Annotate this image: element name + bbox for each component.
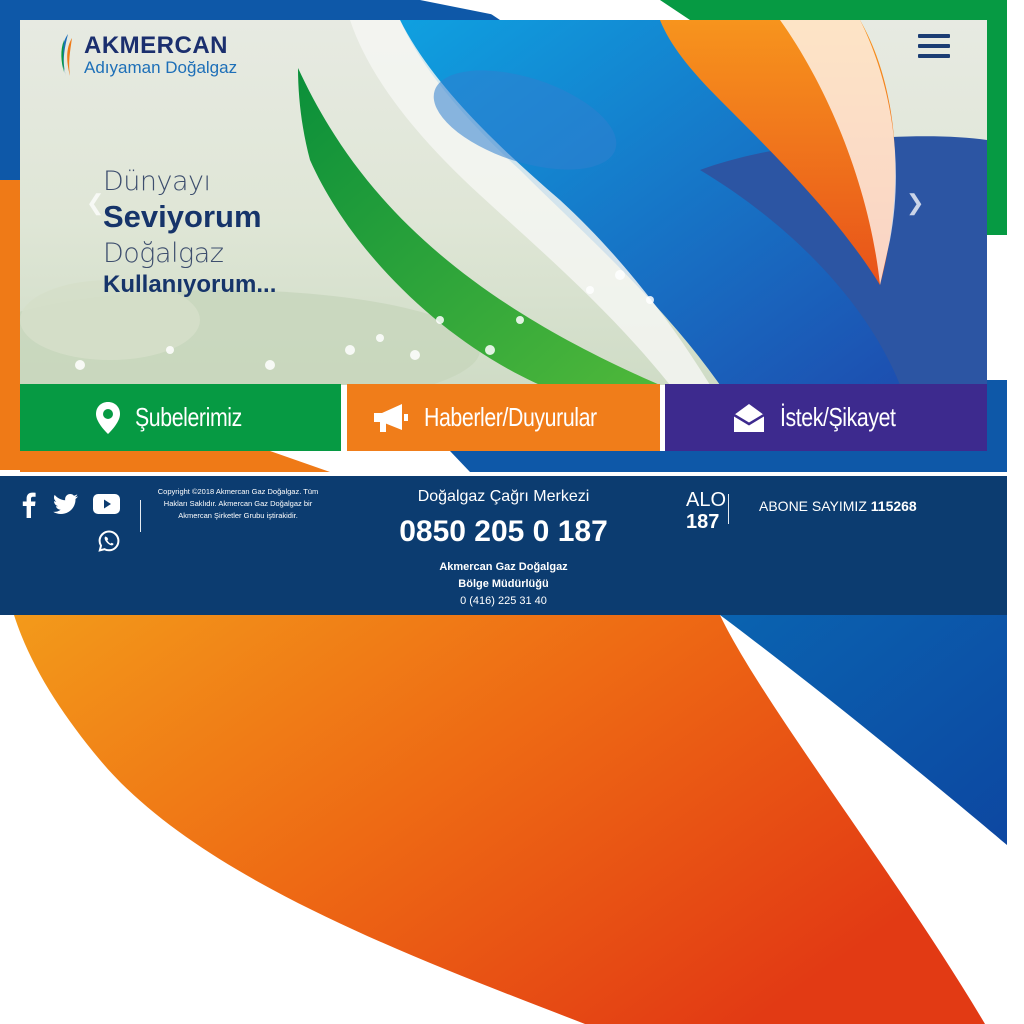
footer-divider (728, 494, 729, 524)
quick-links: Şubelerimiz Haberler/Duyurular İstek/Şik… (20, 384, 987, 451)
slogan-line-3: Doğalgaz (103, 238, 224, 269)
envelope-open-icon (732, 403, 765, 432)
office-phone[interactable]: 0 (416) 225 31 40 (375, 593, 632, 609)
tile-news-label: Haberler/Duyurular (424, 402, 597, 432)
call-center: Doğalgaz Çağrı Merkezi 0850 205 0 187 Ak… (375, 488, 632, 609)
slogan-line-2: Seviyorum (103, 199, 262, 234)
youtube-icon[interactable] (93, 494, 120, 514)
facebook-icon[interactable] (22, 492, 36, 518)
tile-branches-label: Şubelerimiz (135, 402, 243, 432)
alo-number: 187 (686, 511, 720, 533)
tile-requests[interactable]: İstek/Şikayet (665, 384, 987, 451)
whatsapp-icon[interactable] (98, 530, 120, 552)
map-pin-icon (96, 401, 121, 434)
twitter-icon[interactable] (53, 494, 78, 514)
alo-label: ALO (686, 489, 727, 511)
subscriber-count: ABONE SAYIMIZ 115268 (759, 498, 917, 514)
menu-bar-icon (918, 44, 950, 48)
tile-news[interactable]: Haberler/Duyurular (347, 384, 660, 451)
hero-slider: AKMERCAN Adıyaman Doğalgaz ❮ ❯ Dünyayı S… (20, 20, 987, 385)
slogan-line-1: Dünyayı (103, 166, 211, 197)
subscriber-value: 115268 (870, 498, 917, 514)
slider-next-arrow-icon[interactable]: ❯ (906, 190, 924, 216)
footer: Copyright ©2018 Akmercan Gaz Doğalgaz. T… (0, 476, 1007, 615)
office-name: Akmercan Gaz Doğalgaz Bölge Müdürlüğü (375, 559, 632, 593)
office-title-line: Bölge Müdürlüğü (458, 578, 549, 590)
hero-slogan: Dünyayı Seviyorum Doğalgaz Kullanıyorum.… (103, 168, 276, 297)
megaphone-icon (374, 403, 409, 432)
tile-requests-label: İstek/Şikayet (779, 402, 896, 432)
menu-bar-icon (918, 34, 950, 38)
office-name-line: Akmercan Gaz Doğalgaz (439, 561, 568, 573)
subscriber-label: ABONE SAYIMIZ (759, 498, 867, 514)
copyright-text: Copyright ©2018 Akmercan Gaz Doğalgaz. T… (157, 487, 319, 520)
call-center-title: Doğalgaz Çağrı Merkezi (417, 488, 590, 505)
alo-emergency[interactable]: ALO 187 (686, 490, 726, 532)
menu-bar-icon (918, 54, 950, 58)
flame-icon (61, 34, 72, 76)
slider-prev-arrow-icon[interactable]: ❮ (86, 190, 104, 216)
tile-branches[interactable]: Şubelerimiz (20, 384, 341, 451)
hamburger-menu-button[interactable] (918, 34, 950, 64)
call-center-phone[interactable]: 0850 205 0 187 (375, 515, 632, 549)
footer-divider (140, 500, 141, 532)
brand-subtitle: Adıyaman Doğalgaz (84, 58, 238, 77)
slogan-line-4: Kullanıyorum... (103, 271, 277, 298)
brand-name: AKMERCAN (84, 32, 228, 59)
brand-logo[interactable]: AKMERCAN Adıyaman Doğalgaz (58, 30, 237, 80)
